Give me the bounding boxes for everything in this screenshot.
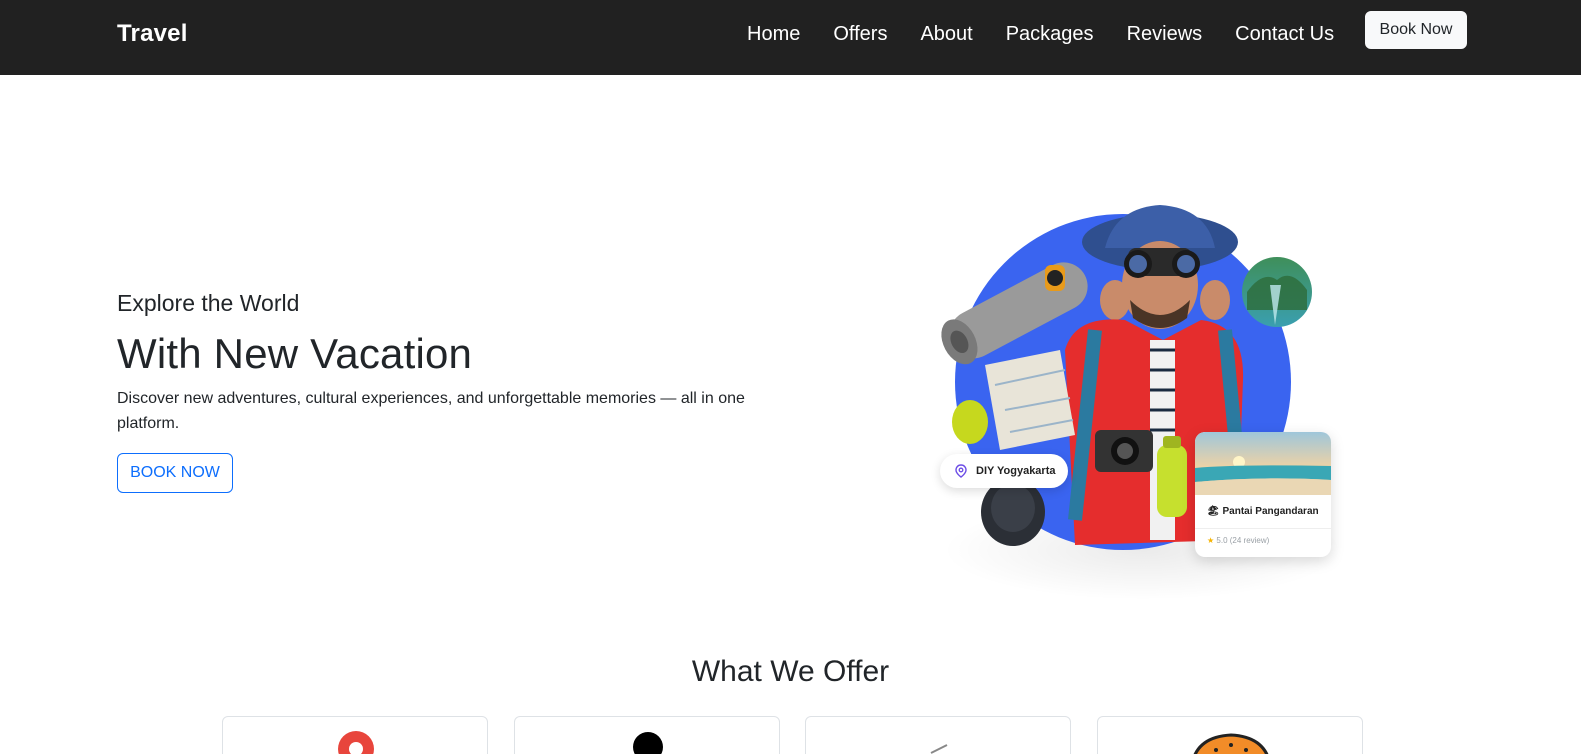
place-name: 🏖 Pantai Pangandaran bbox=[1207, 506, 1319, 517]
location-label: DIY Yogyakarta bbox=[976, 465, 1056, 477]
hero-title: With New Vacation bbox=[117, 330, 473, 377]
nav-link-home[interactable]: Home bbox=[747, 23, 800, 46]
book-now-button[interactable]: Book Now bbox=[1365, 11, 1467, 49]
hero-description: Discover new adventures, cultural experi… bbox=[117, 390, 745, 432]
card-divider bbox=[1195, 528, 1331, 529]
burger-icon bbox=[1193, 733, 1269, 754]
map-pin-icon bbox=[338, 731, 374, 754]
offer-card[interactable] bbox=[514, 716, 780, 754]
nav-links: Home Offers About Packages Reviews Conta… bbox=[747, 23, 1367, 46]
nav-link-packages[interactable]: Packages bbox=[1006, 23, 1094, 46]
offer-card[interactable] bbox=[1097, 716, 1363, 754]
offers-title: What We Offer bbox=[691, 655, 890, 688]
place-icon: 🏖 bbox=[1207, 506, 1220, 517]
brand-logo[interactable]: Travel bbox=[117, 20, 188, 48]
nav-link-offers[interactable]: Offers bbox=[833, 23, 887, 46]
beach-thumbnail bbox=[1195, 432, 1331, 495]
plane-icon bbox=[930, 744, 948, 754]
offer-card[interactable] bbox=[222, 716, 488, 754]
location-pill[interactable]: DIY Yogyakarta bbox=[940, 454, 1068, 488]
map-pin-icon bbox=[955, 464, 967, 478]
navbar: Travel Home Offers About Packages Review… bbox=[0, 0, 1581, 75]
nav-link-reviews[interactable]: Reviews bbox=[1127, 23, 1203, 46]
star-icon: ★ bbox=[1207, 536, 1215, 545]
nav-link-about[interactable]: About bbox=[920, 23, 972, 46]
offer-card[interactable] bbox=[805, 716, 1071, 754]
place-card[interactable]: 🏖 Pantai Pangandaran ★ 5.0 (24 review) bbox=[1195, 432, 1331, 557]
hero-book-now-button[interactable]: BOOK NOW bbox=[117, 453, 233, 493]
hero-subtitle: Explore the World bbox=[117, 290, 300, 316]
person-icon bbox=[633, 732, 663, 754]
nav-link-contact[interactable]: Contact Us bbox=[1235, 23, 1334, 46]
place-rating: ★ 5.0 (24 review) bbox=[1207, 536, 1270, 545]
